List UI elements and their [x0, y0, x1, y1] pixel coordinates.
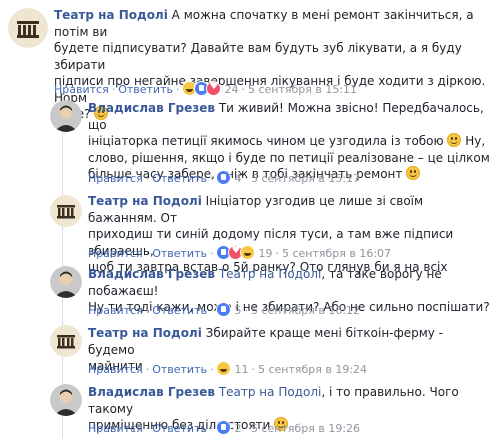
reaction-count: 11: [234, 363, 249, 376]
timestamp[interactable]: 5 сентября в 19:26: [251, 422, 360, 435]
reply-link[interactable]: Ответить: [152, 304, 207, 317]
reactions[interactable]: 11: [216, 361, 249, 376]
reply-comment: Владислав Грезев Ти живий! Можна звісно!…: [0, 100, 494, 186]
reply-comment: Театр на Подолі Ініціатор узгодив це лиш…: [0, 193, 494, 274]
avatar[interactable]: [50, 325, 82, 357]
comment-text: ініціаторка петиції якимось чином це узг…: [88, 134, 444, 148]
reply-link[interactable]: Ответить: [152, 363, 207, 376]
comment-text: будете підписувати? Давайте вам будуть з…: [54, 41, 462, 72]
timestamp[interactable]: 5 сентября в 19:24: [258, 363, 367, 376]
haha-reaction-icon: [216, 361, 232, 376]
timestamp[interactable]: 5 сентября в 16:12: [251, 304, 360, 317]
avatar[interactable]: [8, 8, 48, 48]
like-reaction-icon: [216, 302, 232, 317]
like-link[interactable]: Нравится: [54, 83, 109, 96]
reactions[interactable]: 5: [216, 302, 241, 317]
comment-text: слово, рішення, якщо і буде по петиції р…: [88, 150, 490, 165]
mention-link[interactable]: Театр на Подолі: [219, 267, 322, 281]
like-link[interactable]: Нравится: [88, 422, 143, 435]
mention-link[interactable]: Театр на Подолі: [219, 385, 322, 399]
like-reaction-icon: [216, 170, 232, 185]
like-link[interactable]: Нравится: [88, 304, 143, 317]
reply-link[interactable]: Ответить: [152, 422, 207, 435]
smile-emoji-icon: [447, 133, 462, 147]
reaction-count: 19: [258, 247, 273, 260]
reactions[interactable]: 19: [216, 244, 273, 260]
avatar[interactable]: [50, 100, 82, 132]
smile-emoji-icon: [406, 166, 421, 180]
comment-author[interactable]: Владислав Грезев: [88, 101, 215, 115]
reply-comment: Театр на Подолі Збирайте краще мені бітк…: [0, 325, 494, 376]
reply-link[interactable]: Ответить: [118, 83, 173, 96]
like-link[interactable]: Нравится: [88, 363, 143, 376]
comment: Театр на Подолі А можна спочатку в мені …: [0, 0, 494, 121]
reply-link[interactable]: Ответить: [152, 172, 207, 185]
avatar[interactable]: [50, 384, 82, 416]
reactions[interactable]: 24: [182, 80, 239, 96]
like-reaction-icon: [216, 420, 232, 435]
reactions[interactable]: 2: [216, 420, 241, 435]
reaction-count: 24: [224, 83, 239, 96]
haha-reaction-icon: [240, 245, 256, 260]
reply-comment: Владислав Грезев Театр на Подолі, та так…: [0, 266, 494, 317]
like-link[interactable]: Нравится: [88, 172, 143, 185]
avatar[interactable]: [50, 266, 82, 298]
avatar[interactable]: [50, 195, 82, 227]
comment-author[interactable]: Театр на Подолі: [88, 194, 202, 208]
love-reaction-icon: [206, 80, 222, 96]
timestamp[interactable]: 5 сентября в 15:11: [248, 83, 357, 96]
comment-author[interactable]: Владислав Грезев: [88, 385, 215, 399]
reactions[interactable]: 4: [216, 170, 241, 185]
reply-comment: Владислав Грезев Театр на Подолі, і то п…: [0, 384, 494, 438]
like-link[interactable]: Нравится: [88, 247, 143, 260]
reply-link[interactable]: Ответить: [152, 247, 207, 260]
comment-author[interactable]: Театр на Подолі: [88, 326, 202, 340]
comment-author[interactable]: Владислав Грезев: [88, 267, 215, 281]
comment-text: Ну,: [465, 134, 486, 148]
timestamp[interactable]: 5 сентября в 16:07: [282, 247, 391, 260]
timestamp[interactable]: 5 сентября в 15:17: [251, 172, 360, 185]
comment-author[interactable]: Театр на Подолі: [54, 8, 168, 22]
